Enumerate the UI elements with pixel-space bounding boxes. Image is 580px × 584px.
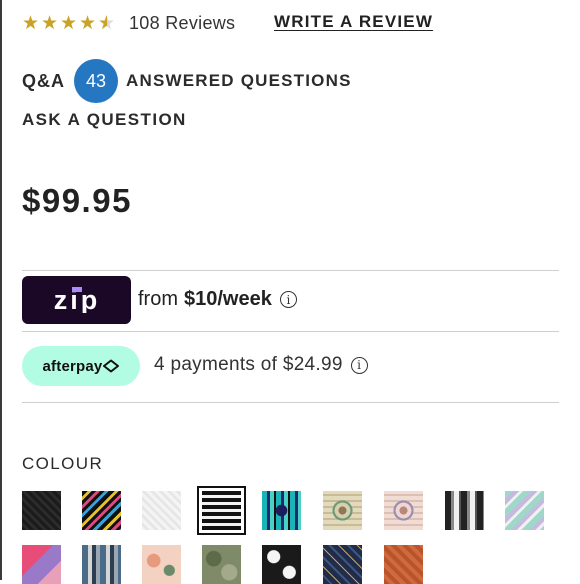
swatch-black-woven[interactable]	[22, 491, 61, 530]
swatch-mint-lilac-stripe[interactable]	[505, 491, 544, 530]
star-icon: ★	[79, 12, 97, 34]
ask-question-link[interactable]: ASK A QUESTION	[22, 110, 187, 130]
swatch-rainbow-geometric-black[interactable]	[82, 491, 121, 530]
swatch-blue-grey-stripe[interactable]	[82, 545, 121, 584]
write-review-link[interactable]: WRITE A REVIEW	[274, 12, 433, 32]
swatch-black-white-floral[interactable]	[262, 545, 301, 584]
swatch-navy-pattern[interactable]	[323, 545, 362, 584]
rating-summary[interactable]: ★ ★ ★ ★ ★ ★ 108 Reviews	[22, 10, 235, 36]
star-icon: ★	[60, 12, 78, 34]
zip-info-icon[interactable]: i	[279, 291, 297, 308]
divider	[22, 402, 559, 403]
qa-label: Q&A	[22, 70, 65, 91]
zip-installment-text: from $10/week i	[138, 288, 297, 311]
zip-prefix: from	[138, 288, 178, 310]
star-rating: ★ ★ ★ ★ ★ ★	[22, 14, 115, 33]
swatch-sage-camo[interactable]	[202, 545, 241, 584]
star-icon: ★	[41, 12, 59, 34]
swatch-rust-orange[interactable]	[384, 545, 423, 584]
zip-wordmark: zip	[53, 287, 97, 313]
star-icon: ★	[22, 12, 40, 34]
afterpay-text: 4 payments of $24.99	[154, 354, 343, 375]
swatch-black-grey-stripe[interactable]	[445, 491, 484, 530]
divider	[22, 270, 559, 271]
afterpay-logo-text: afterpay	[42, 357, 103, 375]
product-price: $99.95	[22, 182, 132, 219]
divider	[22, 331, 559, 332]
swatch-pink-lilac-diagonal[interactable]	[22, 545, 61, 584]
afterpay-logo: afterpay	[22, 346, 140, 386]
afterpay-info-icon[interactable]: i	[350, 356, 368, 374]
swatch-pink-aztec[interactable]	[384, 491, 423, 530]
colour-label: COLOUR	[22, 454, 104, 473]
zip-amount: $10/week	[184, 288, 272, 310]
swatch-black-white-stripe[interactable]	[197, 486, 246, 535]
review-count[interactable]: 108 Reviews	[129, 13, 235, 34]
qa-summary[interactable]: Q&A 43 ANSWERED QUESTIONS	[22, 58, 352, 104]
afterpay-arrows-icon	[103, 359, 120, 373]
swatch-beige-aztec[interactable]	[323, 491, 362, 530]
page-left-border	[0, 0, 2, 580]
swatch-teal-tribal[interactable]	[262, 491, 301, 530]
zip-logo: zip	[22, 276, 131, 324]
answered-questions-link[interactable]: ANSWERED QUESTIONS	[126, 71, 352, 91]
half-star-icon: ★ ★	[98, 12, 116, 34]
afterpay-installment-text: 4 payments of $24.99 i	[154, 354, 368, 376]
swatch-white-woven[interactable]	[142, 491, 181, 530]
qa-count-badge: 43	[74, 59, 118, 103]
swatch-peach-floral[interactable]	[142, 545, 181, 584]
